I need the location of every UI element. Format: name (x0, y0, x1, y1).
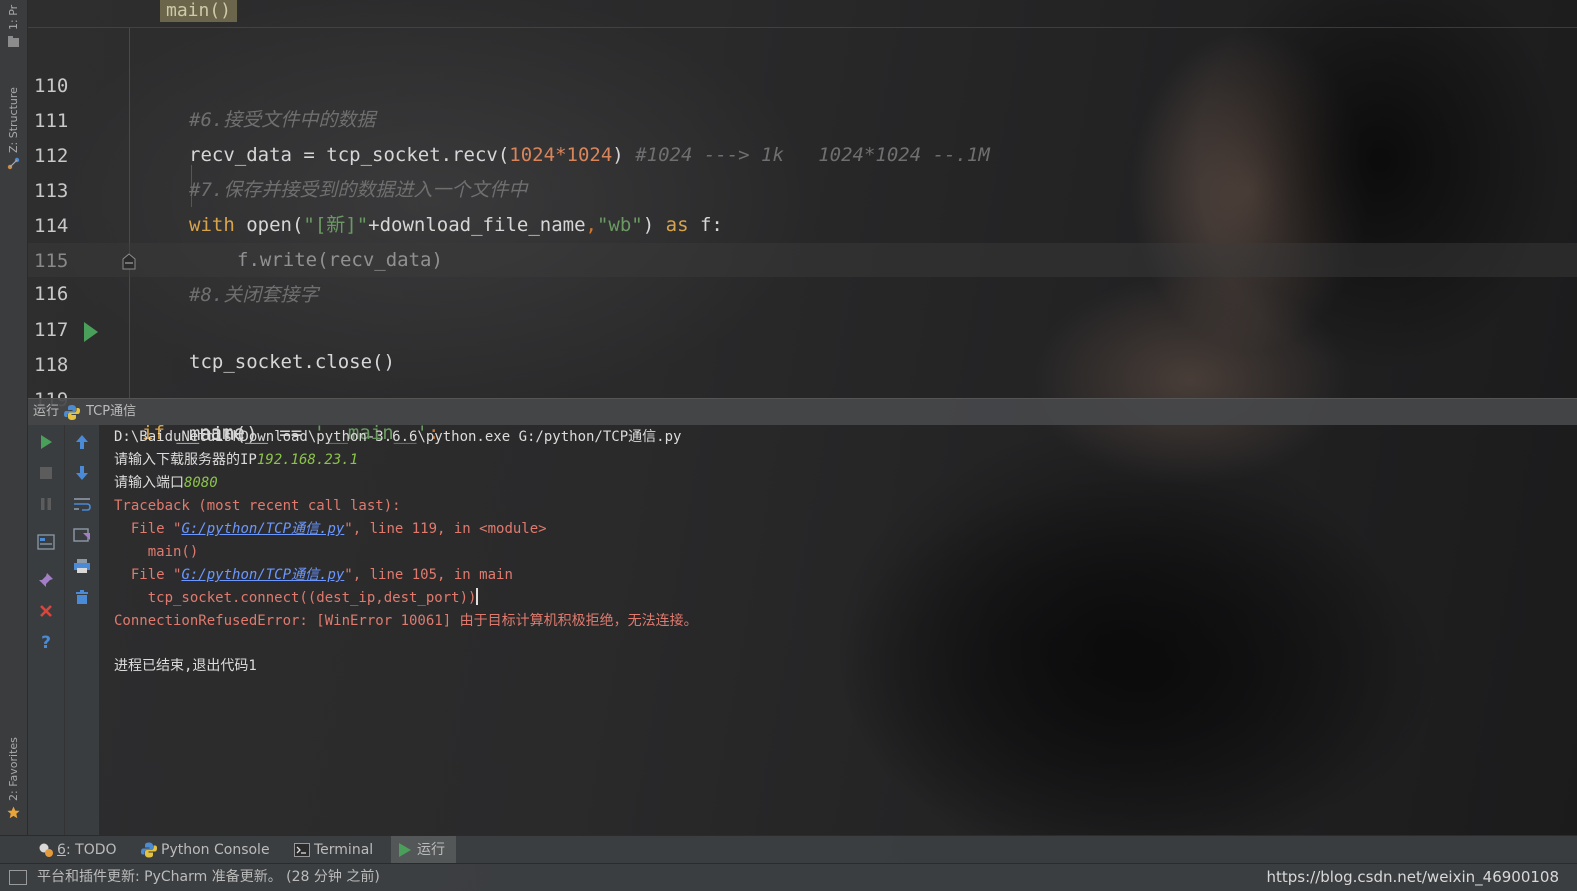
trace-prefix: File " (114, 521, 182, 537)
down-arrow-icon (76, 466, 88, 480)
favorites-star-icon (7, 806, 20, 819)
help-icon: ? (41, 634, 51, 650)
rerun-icon (41, 435, 52, 449)
run-tab-icon (399, 843, 411, 857)
code-line-112[interactable]: 112 #7.保存并接受到的数据进入一个文件中 (28, 105, 1577, 201)
soft-wrap-button[interactable] (72, 494, 92, 514)
text-caret (476, 588, 479, 605)
python-console-label: Python Console (161, 842, 270, 858)
code-line-113[interactable]: 113 with open("[新]"+download_file_name,"… (28, 140, 1577, 236)
todo-tab-label: : TODO (66, 842, 117, 858)
run-config-tab[interactable]: TCP通信 (86, 399, 136, 425)
trace-suffix: ", line 105, in main (344, 567, 513, 583)
traceback-header: Traceback (most recent call last): (114, 498, 401, 514)
favorites-tab-label: 2: Favorites (7, 737, 20, 801)
project-tab-label: 1: Pr (7, 4, 20, 30)
close-run-button[interactable] (36, 601, 56, 621)
status-bar: 平台和插件更新: PyCharm 准备更新。 (28 分钟 之前) https:… (0, 863, 1577, 891)
rerun-button[interactable] (36, 432, 56, 452)
terminal-label: Terminal (314, 842, 374, 858)
traceback-file-link[interactable]: G:/python/TCP通信.py (181, 521, 344, 537)
todo-tab[interactable]: 6 : TODO (36, 836, 128, 864)
scroll-down-button[interactable] (72, 463, 92, 483)
stop-button[interactable] (36, 463, 56, 483)
up-arrow-icon (76, 435, 88, 449)
pin-tab-button[interactable] (36, 570, 56, 590)
pin-icon (39, 573, 53, 587)
clear-all-button[interactable] (72, 587, 92, 607)
process-exit-message: 进程已结束,退出代码1 (114, 658, 257, 674)
scroll-to-end-button[interactable] (72, 525, 92, 545)
watermark-url: https://blog.csdn.net/weixin_46900108 (1266, 868, 1559, 886)
console-command-line: D:\BaiduNetdiskDownload\python-3.6.6\pyt… (114, 429, 682, 445)
stop-icon (40, 467, 52, 479)
python-icon (64, 405, 80, 420)
breadcrumb-hint[interactable]: main() (160, 0, 238, 22)
trace-code: tcp_socket.connect((dest_ip,dest_port)) (114, 590, 477, 606)
traceback-code-line: tcp_socket.connect((dest_ip,dest_port)) (114, 587, 479, 610)
run-tab[interactable]: 运行 (391, 836, 456, 864)
python-console-tab[interactable]: Python Console (140, 836, 280, 864)
run-toolbar-secondary (64, 425, 99, 835)
code-line-110[interactable]: 110 #6.接受文件中的数据 (28, 35, 1577, 131)
print-button[interactable] (72, 556, 92, 576)
traceback-file-line: File "G:/python/TCP通信.py", line 105, in … (114, 564, 513, 587)
code-line-116[interactable]: 116 tcp_socket.close() (28, 243, 1577, 373)
run-panel-header: 运行 TCP通信 (28, 398, 1577, 425)
svg-text:?: ? (41, 634, 51, 650)
console-ip-prompt: 请输入下载服务器的IP192.168.23.1 (114, 449, 358, 472)
code-line-119[interactable]: 119 main() (28, 349, 1577, 445)
run-gutter-icon[interactable] (84, 322, 98, 342)
run-toolbar-primary: ? (28, 425, 64, 835)
favorites-tool-tab[interactable]: 2: Favorites (0, 725, 28, 825)
console-output[interactable]: D:\BaiduNetdiskDownload\python-3.6.6\pyt… (99, 425, 1577, 835)
prompt-text: 请输入下载服务器的IP (114, 452, 257, 468)
error-message: ConnectionRefusedError: [WinError 10061]… (114, 613, 698, 629)
bookmark-icon[interactable] (120, 252, 138, 270)
code-line-111[interactable]: 111 recv_data = tcp_socket.recv(1024*102… (28, 70, 1577, 166)
trace-prefix: File " (114, 567, 182, 583)
scroll-to-end-icon (73, 528, 90, 542)
traceback-code-line: main() (114, 544, 199, 560)
editor-divider (28, 27, 1577, 28)
pause-button[interactable] (36, 494, 56, 514)
layout-icon (37, 534, 55, 550)
help-button[interactable]: ? (36, 632, 56, 652)
trash-icon (76, 590, 88, 604)
run-tab-label: 运行 (417, 842, 445, 858)
console-port-prompt: 请输入端口8080 (114, 472, 218, 495)
python-icon (141, 842, 157, 858)
code-line-118[interactable]: 118 if __name__ == '__main__': (28, 314, 1577, 444)
print-icon (74, 559, 90, 573)
user-input-port: 8080 (184, 475, 218, 491)
layout-button[interactable] (36, 532, 56, 552)
code-line-114[interactable]: 114 f.write(recv_data) (28, 175, 1577, 271)
status-message[interactable]: 平台和插件更新: PyCharm 准备更新。 (28 分钟 之前) (37, 864, 380, 890)
run-panel-label: 运行 (33, 404, 60, 419)
prompt-text: 请输入端口 (114, 475, 184, 491)
todo-icon (39, 843, 53, 857)
traceback-file-line: File "G:/python/TCP通信.py", line 119, in … (114, 518, 547, 541)
structure-tab-label: Z: Structure (7, 87, 20, 153)
traceback-file-link[interactable]: G:/python/TCP通信.py (181, 567, 344, 583)
scroll-up-button[interactable] (72, 432, 92, 452)
pause-icon (41, 498, 51, 510)
structure-tool-tab[interactable]: Z: Structure (0, 75, 28, 175)
todo-tab-number: 6 (57, 842, 66, 858)
structure-icon (7, 157, 20, 170)
project-icon (8, 36, 19, 47)
code-editor[interactable]: main() 110 #6.接受文件中的数据 111 recv_data = t… (28, 0, 1577, 445)
code-line-117[interactable]: 117 (28, 279, 1577, 341)
soft-wrap-icon (74, 498, 91, 511)
terminal-icon (294, 843, 310, 857)
status-toggle-icon[interactable] (9, 870, 27, 885)
code-line-115[interactable]: 115 #8.关闭套接字 (28, 210, 1577, 306)
close-icon (40, 605, 52, 617)
project-tool-tab[interactable]: 1: Pr (0, 0, 28, 52)
user-input-ip: 192.168.23.1 (256, 452, 359, 468)
trace-suffix: ", line 119, in <module> (344, 521, 547, 537)
bottom-tool-tabs: 6 : TODO Python Console Terminal 运行 (0, 835, 1577, 864)
left-tool-strip: 1: Pr Z: Structure 2: Favorites (0, 0, 28, 835)
terminal-tab[interactable]: Terminal (293, 836, 383, 864)
